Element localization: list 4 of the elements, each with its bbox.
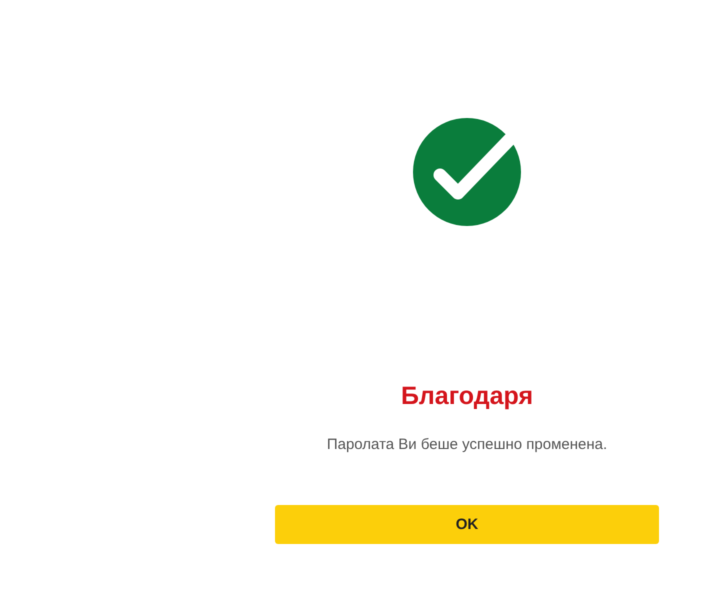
success-check-icon	[412, 117, 522, 227]
title: Благодаря	[400, 381, 534, 411]
message: Паролата Ви беше успешно променена.	[326, 435, 608, 455]
ok-button[interactable]: OK	[275, 505, 659, 544]
